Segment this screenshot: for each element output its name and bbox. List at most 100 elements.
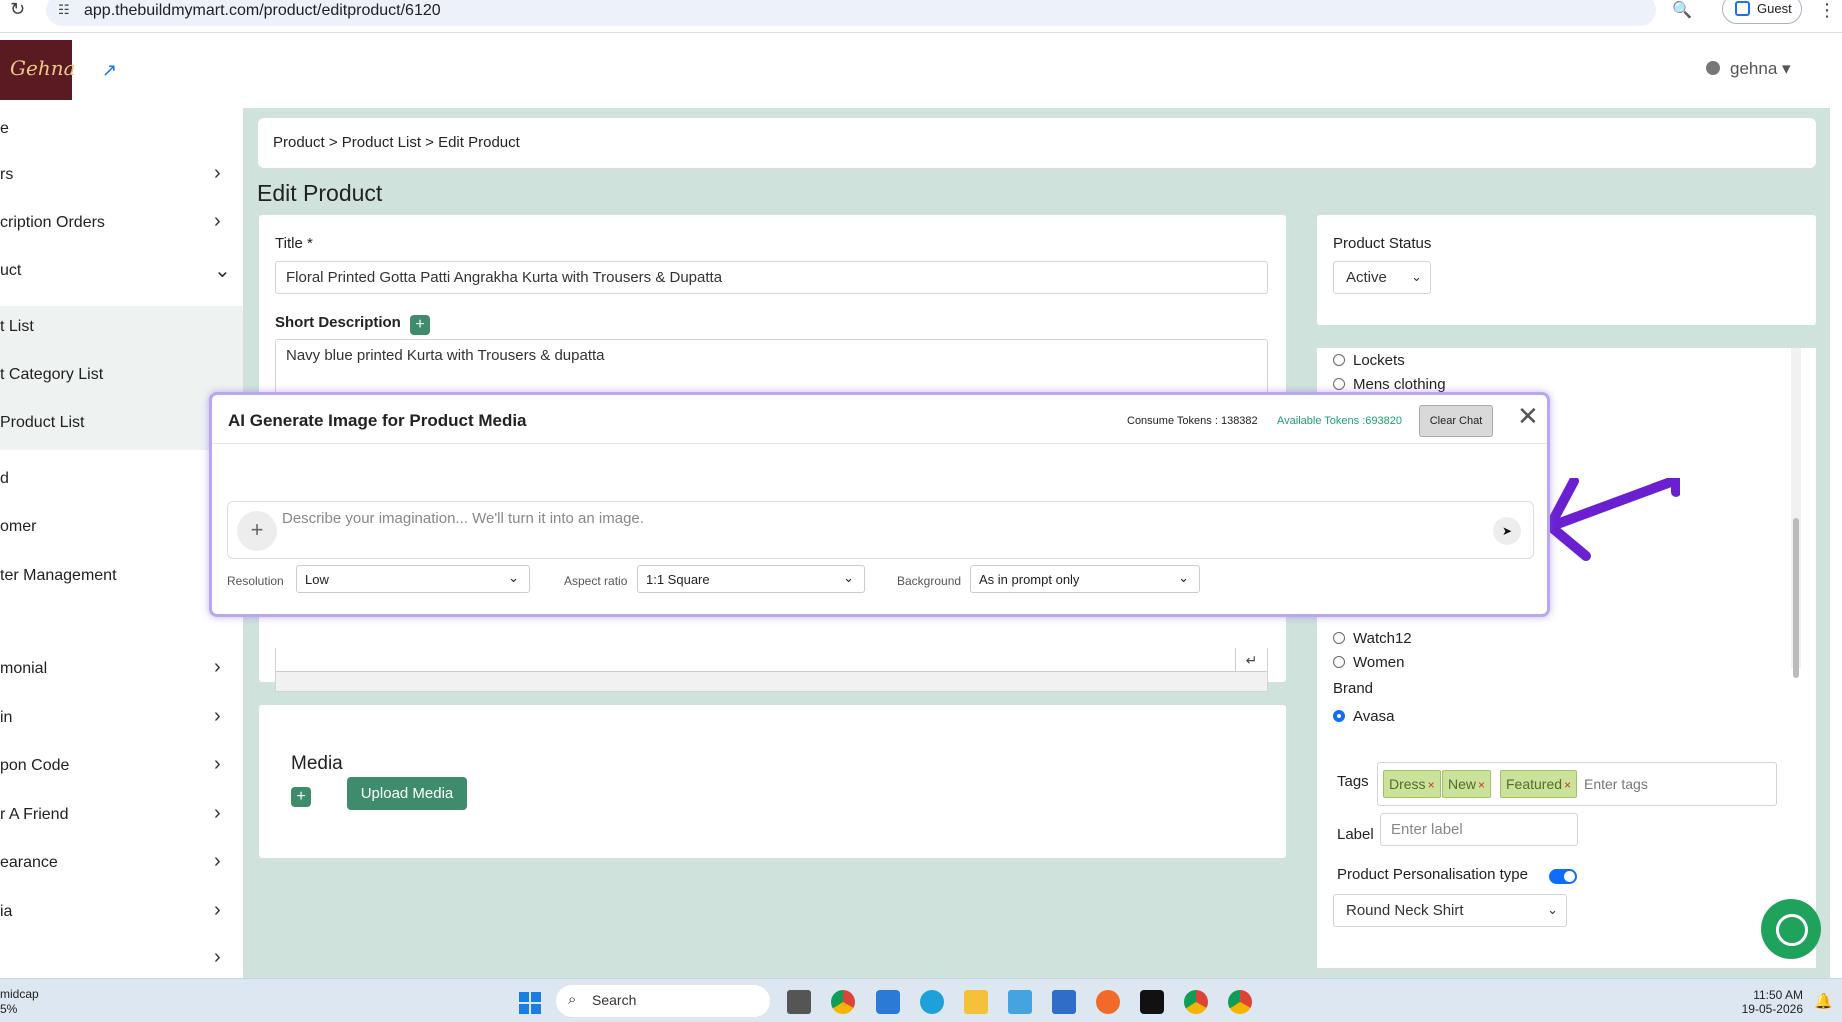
sidebar-item[interactable]: d bbox=[0, 458, 243, 502]
breadcrumb-text[interactable]: Product > Product List > Edit Product bbox=[273, 134, 520, 151]
sidebar-item-label: d bbox=[0, 470, 9, 487]
ai-generate-media-icon[interactable]: + bbox=[291, 787, 311, 807]
resolution-select[interactable]: Low ⌄ bbox=[296, 565, 530, 593]
windows-start-icon[interactable] bbox=[519, 992, 541, 1014]
attach-plus-button[interactable]: + bbox=[237, 511, 277, 551]
taskbar-search[interactable]: ⌕ Search bbox=[556, 985, 770, 1017]
scrollbar-thumb[interactable] bbox=[1793, 518, 1799, 678]
chevron-down-icon: ⌄ bbox=[508, 570, 519, 585]
site-settings-icon[interactable]: ☷ bbox=[58, 2, 70, 18]
chrome-icon[interactable] bbox=[1184, 990, 1208, 1014]
sidebar-item[interactable]: e bbox=[0, 108, 243, 152]
sidebar-item-product[interactable]: uct ⌄ bbox=[0, 250, 243, 294]
sidebar-item[interactable]: rs › bbox=[0, 154, 243, 198]
background-select[interactable]: As in prompt only ⌄ bbox=[970, 565, 1200, 593]
system-clock[interactable]: 11:50 AM 19-05-2026 bbox=[1741, 988, 1803, 1016]
guest-profile-button[interactable]: Guest bbox=[1722, 0, 1802, 24]
category-option[interactable]: Watch12 bbox=[1333, 630, 1412, 647]
description-editor-footer: ↵ bbox=[275, 648, 1268, 692]
weather-widget[interactable]: midcap 5% bbox=[0, 987, 39, 1017]
close-icon[interactable]: ✕ bbox=[1517, 401, 1539, 432]
notification-icon[interactable]: 🔔 bbox=[1814, 992, 1833, 1010]
remove-tag-icon[interactable]: × bbox=[1564, 778, 1571, 792]
ai-sparkle-icon[interactable]: + bbox=[410, 315, 430, 335]
category-option[interactable]: Women bbox=[1333, 654, 1404, 671]
tag-chip[interactable]: Dress × bbox=[1383, 770, 1441, 798]
edge-icon[interactable] bbox=[920, 990, 944, 1014]
tag-chip[interactable]: Featured × bbox=[1500, 770, 1578, 798]
radio-button-selected[interactable] bbox=[1333, 710, 1345, 722]
prompt-input-box[interactable]: + Describe your imagination... We'll tur… bbox=[227, 501, 1534, 559]
chevron-right-icon: › bbox=[214, 753, 221, 775]
send-icon[interactable]: ➤ bbox=[1493, 517, 1521, 545]
sidebar-item-label: e bbox=[0, 120, 9, 137]
clock-time: 11:50 AM bbox=[1753, 988, 1803, 1002]
personalisation-toggle[interactable] bbox=[1549, 869, 1577, 884]
task-view-icon[interactable] bbox=[787, 990, 811, 1014]
logo-text: Gehna bbox=[10, 56, 76, 80]
aspect-ratio-select[interactable]: 1:1 Square ⌄ bbox=[637, 565, 865, 593]
sidebar-item[interactable]: ia › bbox=[0, 891, 243, 935]
notepad-icon[interactable] bbox=[1052, 990, 1076, 1014]
title-input[interactable]: Floral Printed Gotta Patti Angrakha Kurt… bbox=[275, 261, 1268, 294]
enter-icon[interactable]: ↵ bbox=[1235, 648, 1267, 672]
sidebar-item[interactable]: ter Management bbox=[0, 555, 243, 599]
category-label: Mens clothing bbox=[1353, 376, 1446, 393]
category-option[interactable]: Lockets bbox=[1333, 352, 1405, 369]
product-status-value: Active bbox=[1346, 269, 1387, 286]
sidebar-item[interactable]: omer bbox=[0, 506, 243, 550]
chevron-right-icon: › bbox=[214, 946, 221, 968]
label-input[interactable]: Enter label bbox=[1380, 813, 1578, 846]
sidebar-item[interactable]: in › bbox=[0, 697, 243, 741]
radio-button[interactable] bbox=[1333, 656, 1345, 668]
os-taskbar: midcap 5% ⌕ Search 11:50 AM 19-05-2026 🔔 bbox=[0, 978, 1842, 1022]
url-text[interactable]: app.thebuildmymart.com/product/editprodu… bbox=[84, 2, 441, 20]
sidebar-item[interactable]: monial › bbox=[0, 648, 243, 692]
tag-text: New bbox=[1448, 776, 1477, 792]
category-option[interactable]: Mens clothing bbox=[1333, 376, 1446, 393]
sidebar-item[interactable]: r A Friend › bbox=[0, 794, 243, 838]
brand-option[interactable]: Avasa bbox=[1333, 708, 1394, 725]
vscode-icon[interactable] bbox=[876, 990, 900, 1014]
sidebar-subitem-product-list-2[interactable]: Product List bbox=[0, 402, 243, 450]
user-menu[interactable]: gehna ▾ bbox=[1706, 59, 1791, 79]
file-explorer-icon[interactable] bbox=[964, 990, 988, 1014]
sidebar-subitem-category-list[interactable]: t Category List bbox=[0, 354, 243, 402]
tags-input[interactable]: Dress × New × Featured × Enter tags bbox=[1377, 762, 1777, 806]
sidebar-item[interactable]: cription Orders › bbox=[0, 202, 243, 246]
terminal-app-icon[interactable] bbox=[1140, 990, 1164, 1014]
upload-media-button[interactable]: Upload Media bbox=[347, 777, 467, 810]
category-scrollbar[interactable] bbox=[1791, 348, 1801, 678]
snipping-tool-icon[interactable] bbox=[1008, 990, 1032, 1014]
tags-placeholder[interactable]: Enter tags bbox=[1584, 776, 1648, 792]
brand-logo[interactable]: Gehna bbox=[0, 40, 76, 100]
address-bar[interactable]: ☷ app.thebuildmymart.com/product/editpro… bbox=[46, 0, 1656, 26]
remove-tag-icon[interactable]: × bbox=[1478, 778, 1485, 792]
tag-chip[interactable]: New × bbox=[1442, 770, 1492, 798]
short-description-textarea[interactable]: Navy blue printed Kurta with Trousers & … bbox=[275, 339, 1268, 399]
category-label: Watch12 bbox=[1353, 630, 1412, 647]
personalisation-select[interactable]: Round Neck Shirt ⌄ bbox=[1333, 894, 1567, 927]
browser-menu-icon[interactable]: ⋮ bbox=[1818, 0, 1836, 21]
sidebar-subitem-product-list[interactable]: t List bbox=[0, 306, 243, 354]
radio-button[interactable] bbox=[1333, 632, 1345, 644]
postman-icon[interactable] bbox=[1096, 990, 1120, 1014]
lens-icon[interactable]: 🔍 bbox=[1672, 0, 1692, 20]
ai-image-modal: AI Generate Image for Product Media Cons… bbox=[209, 392, 1550, 617]
sidebar-item[interactable]: pon Code › bbox=[0, 745, 243, 789]
product-status-select[interactable]: Active ⌄ bbox=[1333, 261, 1431, 294]
sidebar-item[interactable]: › bbox=[0, 938, 243, 982]
external-link-icon[interactable]: ↗ bbox=[102, 60, 117, 81]
prompt-input[interactable]: Describe your imagination... We'll turn … bbox=[282, 510, 644, 527]
chat-widget-button[interactable] bbox=[1761, 899, 1821, 959]
sidebar-item[interactable]: earance › bbox=[0, 842, 243, 886]
remove-tag-icon[interactable]: × bbox=[1428, 778, 1435, 792]
chrome-icon[interactable] bbox=[831, 990, 855, 1014]
radio-button[interactable] bbox=[1333, 378, 1345, 390]
clear-chat-button[interactable]: Clear Chat bbox=[1419, 405, 1493, 437]
sidebar-item-label: monial bbox=[0, 660, 48, 677]
resolution-value: Low bbox=[305, 572, 329, 587]
reload-icon[interactable]: ↻ bbox=[10, 0, 30, 20]
radio-button[interactable] bbox=[1333, 354, 1345, 366]
chrome-icon[interactable] bbox=[1228, 990, 1252, 1014]
